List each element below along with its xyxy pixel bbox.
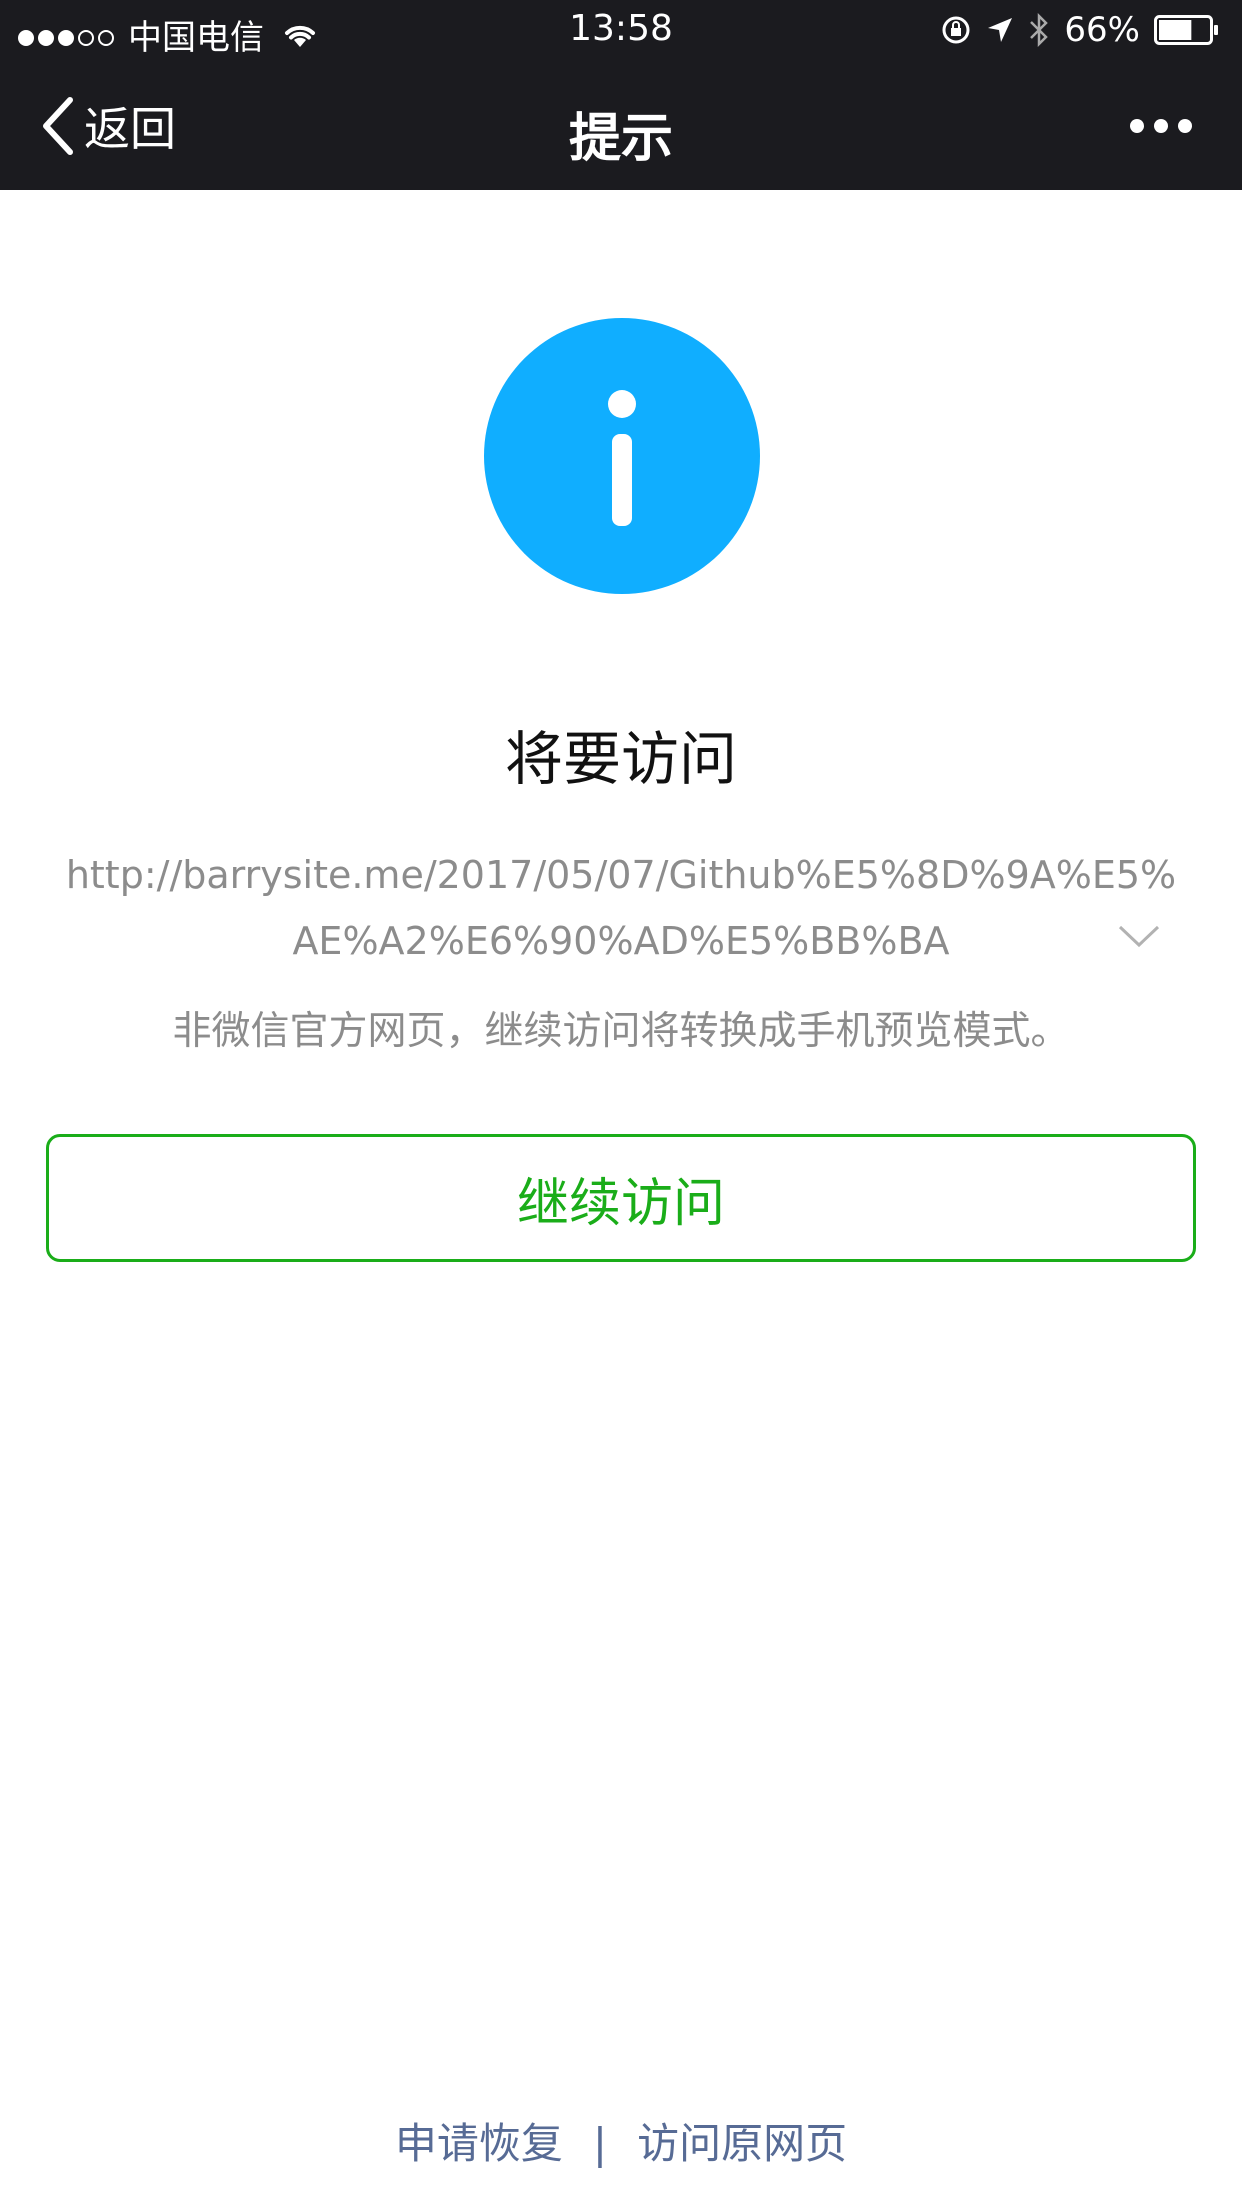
battery-percentage: 66% — [1064, 10, 1140, 50]
footer-separator: | — [592, 2119, 608, 2168]
orientation-lock-icon — [942, 16, 970, 44]
chevron-down-icon[interactable] — [1118, 924, 1160, 948]
notice-text: 非微信官方网页，继续访问将转换成手机预览模式。 — [172, 1009, 1070, 1054]
status-right: 66% — [926, 10, 1220, 50]
location-arrow-icon — [988, 18, 1013, 42]
continue-button[interactable]: 继续访问 — [46, 1134, 1196, 1262]
status-bar: 中国电信 13:58 66% — [0, 0, 1242, 62]
bluetooth-icon — [1030, 13, 1049, 47]
appeal-link[interactable]: 申请恢复 — [395, 2119, 563, 2168]
navigation-bar: 返回 提示 — [0, 62, 1242, 190]
footer-links: 申请恢复 | 访问原网页 — [0, 2110, 1242, 2171]
battery-icon — [1154, 15, 1218, 45]
info-icon — [484, 318, 760, 594]
heading: 将要访问 — [504, 725, 737, 793]
target-url: http://barrysite.me/2017/05/07/Github%E5… — [65, 853, 1177, 963]
more-options-button[interactable] — [1120, 106, 1192, 146]
visit-original-link[interactable]: 访问原网页 — [637, 2119, 847, 2168]
more-dots-icon — [1130, 119, 1144, 133]
page-title: 提示 — [568, 109, 673, 169]
